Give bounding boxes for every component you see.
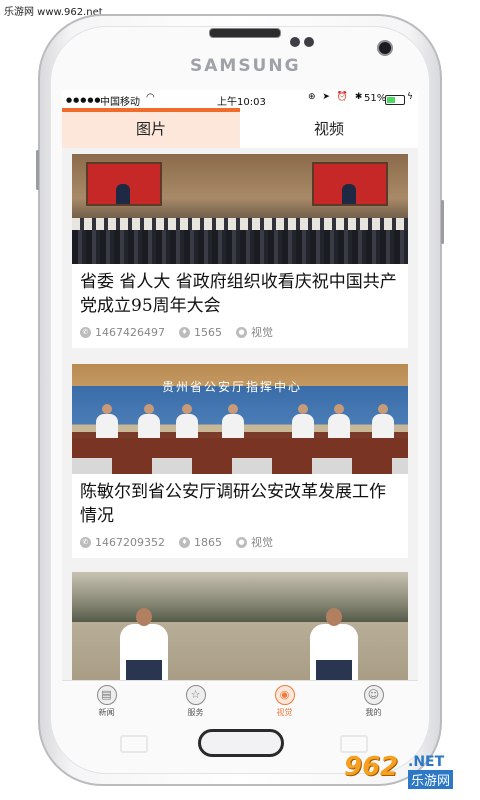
signal-icon: ●●●●● [66, 96, 102, 104]
wifi-icon: ◠ [146, 92, 155, 103]
eye-icon: ◉ [274, 684, 295, 705]
watermark-net: .NET [408, 754, 445, 770]
person [310, 608, 358, 680]
brand-logo: SAMSUNG [190, 56, 301, 76]
article-meta: ✆ 1467209352 ♦ 1865 ● 视觉 [72, 528, 408, 558]
location-pin-icon: ● [236, 326, 247, 338]
sensor-dot [290, 37, 300, 47]
power-button [441, 200, 444, 244]
nav-news-label: 新闻 [98, 707, 115, 717]
meta-location: ● 视觉 [236, 534, 273, 550]
meta-location-text: 视觉 [251, 326, 273, 339]
desk-front [72, 458, 408, 474]
battery-percent: 51% [364, 93, 387, 104]
audience [72, 230, 408, 264]
photo-banner-text: 贵州省公安厅指挥中心 [162, 380, 303, 394]
meta-phone: ✆ 1467209352 [80, 536, 165, 549]
article-card[interactable]: 省委 省人大 省政府组织收看庆祝中国共产党成立95周年大会 ✆ 146742649… [72, 154, 408, 348]
landscape-painting [72, 572, 408, 622]
article-title[interactable]: 陈敏尔到省公安厅调研公安改革发展工作情况 [72, 474, 408, 528]
nav-service-label: 服务 [187, 707, 204, 717]
charging-icon: ϟ [407, 92, 413, 102]
nav-visual[interactable]: ◉ 视觉 [240, 681, 329, 720]
nav-news[interactable]: ▤ 新闻 [62, 681, 151, 720]
article-card[interactable]: 贵州省公安厅指挥中心 陈敏尔到省公安厅调研公安改革发展工作情况 ✆ 1467209… [72, 364, 408, 558]
meta-views-text: 1565 [194, 325, 222, 339]
clock: 上午10:03 [217, 97, 266, 108]
document-icon: ▤ [96, 684, 117, 705]
media-tabs: 图片 视频 [62, 108, 418, 148]
watermark-logo: 962 .NET 乐游网 [344, 752, 472, 790]
meta-views: ♦ 1565 [179, 326, 222, 339]
audience-row [72, 218, 408, 230]
sensor-dot [304, 37, 314, 47]
volume-button [36, 150, 39, 190]
star-icon: ☆ [185, 684, 206, 705]
smiley-icon: ☺ [363, 684, 384, 705]
back-key[interactable] [120, 735, 148, 753]
front-camera [377, 40, 393, 56]
status-bar: ●●●●● 中国移动 ◠ 上午10:03 ⊕ ➤ ⏰ ✱ 51% ϟ [62, 90, 418, 108]
menu-key[interactable] [340, 735, 368, 753]
thumb-icon: ♦ [179, 536, 190, 548]
meta-location: ● 视觉 [236, 324, 273, 340]
meta-phone-text: 1467426497 [95, 325, 165, 339]
article-photo[interactable] [72, 572, 408, 680]
phone-icon: ✆ [80, 536, 91, 548]
meta-views-text: 1865 [194, 535, 222, 549]
article-photo[interactable] [72, 154, 408, 264]
status-icons: ⊕ ➤ ⏰ ✱ [308, 92, 365, 102]
tab-videos[interactable]: 视频 [240, 108, 418, 148]
meta-phone: ✆ 1467426497 [80, 326, 165, 339]
nav-mine[interactable]: ☺ 我的 [329, 681, 418, 720]
battery-icon [385, 95, 405, 105]
earpiece-speaker [209, 28, 281, 38]
article-card[interactable] [72, 572, 408, 680]
person [120, 608, 168, 680]
watermark-cn: 乐游网 [408, 770, 454, 789]
thumb-icon: ♦ [179, 326, 190, 338]
location-pin-icon: ● [236, 536, 247, 548]
nav-mine-label: 我的 [365, 707, 382, 717]
meta-location-text: 视觉 [251, 536, 273, 549]
meta-views: ♦ 1865 [179, 536, 222, 549]
meta-phone-text: 1467209352 [95, 535, 165, 549]
article-title[interactable]: 省委 省人大 省政府组织收看庆祝中国共产党成立95周年大会 [72, 264, 408, 318]
app-screen: ●●●●● 中国移动 ◠ 上午10:03 ⊕ ➤ ⏰ ✱ 51% ϟ 图片 视频 [62, 90, 418, 720]
video-screen [312, 162, 388, 206]
nav-service[interactable]: ☆ 服务 [151, 681, 240, 720]
article-meta: ✆ 1467426497 ♦ 1565 ● 视觉 [72, 318, 408, 348]
watermark-number: 962 [344, 752, 399, 782]
phone-icon: ✆ [80, 326, 91, 338]
bottom-navigation: ▤ 新闻 ☆ 服务 ◉ 视觉 ☺ 我的 [62, 680, 418, 720]
carrier-label: 中国移动 [100, 97, 140, 108]
article-photo[interactable]: 贵州省公安厅指挥中心 [72, 364, 408, 474]
tab-pictures[interactable]: 图片 [62, 108, 240, 148]
article-feed[interactable]: 省委 省人大 省政府组织收看庆祝中国共产党成立95周年大会 ✆ 146742649… [62, 148, 418, 680]
home-button[interactable] [198, 729, 284, 757]
nav-visual-label: 视觉 [276, 707, 293, 717]
video-screen [86, 162, 162, 206]
